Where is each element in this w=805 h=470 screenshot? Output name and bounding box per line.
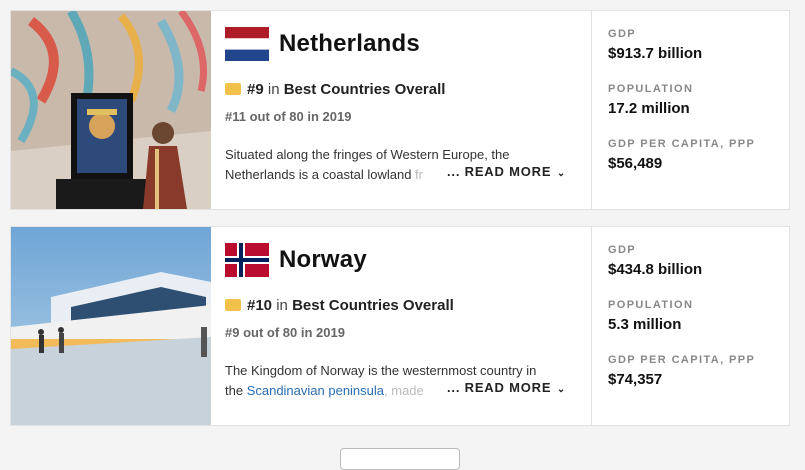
- stat-value-population: 5.3 million: [608, 316, 682, 333]
- stat-value-gdp: $434.8 billion: [608, 261, 703, 278]
- norway-photo[interactable]: [11, 227, 211, 425]
- rank-line: #9 in Best Countries Overall: [225, 81, 445, 98]
- stat-label-population: POPULATION: [608, 83, 694, 95]
- previous-rank: #9 out of 80 in 2019: [225, 325, 345, 340]
- stat-label-population: POPULATION: [608, 299, 694, 311]
- rank-in: in: [276, 297, 288, 314]
- rank-in: in: [267, 81, 280, 98]
- stat-value-population: 17.2 million: [608, 100, 690, 117]
- norway-flag-icon: [225, 243, 269, 277]
- stat-label-gdp-per-capita: GDP PER CAPITA, PPP: [608, 354, 756, 366]
- netherlands-photo[interactable]: [11, 11, 211, 209]
- chevron-down-icon: ⌄: [553, 168, 567, 179]
- stat-value-gdp: $913.7 billion: [608, 45, 703, 62]
- scandinavian-peninsula-link[interactable]: Scandinavian peninsula: [247, 383, 384, 398]
- stat-value-gdp-per-capita: $74,357: [608, 371, 663, 388]
- country-name[interactable]: Norway: [279, 243, 367, 277]
- country-card-netherlands[interactable]: Netherlands #9 in Best Countries Overall…: [10, 10, 790, 210]
- read-more-button[interactable]: ... READ MORE ⌄: [445, 164, 567, 179]
- rank-line: #10 in Best Countries Overall: [225, 297, 454, 314]
- stat-label-gdp: GDP: [608, 28, 637, 40]
- rank-category-link[interactable]: Best Countries Overall: [292, 297, 454, 314]
- stat-label-gdp-per-capita: GDP PER CAPITA, PPP: [608, 138, 756, 150]
- stat-value-gdp-per-capita: $56,489: [608, 155, 663, 172]
- country-card-norway[interactable]: Norway #10 in Best Countries Overall #9 …: [10, 226, 790, 426]
- read-more-button[interactable]: ... READ MORE ⌄: [445, 380, 567, 395]
- medal-icon: [225, 299, 241, 311]
- previous-rank: #11 out of 80 in 2019: [225, 109, 352, 124]
- chevron-down-icon: ⌄: [553, 384, 567, 395]
- stats-panel: GDP $434.8 billion POPULATION 5.3 millio…: [591, 227, 789, 425]
- rank-category-link[interactable]: Best Countries Overall: [284, 81, 446, 98]
- rank-number: #10: [247, 297, 273, 314]
- stat-label-gdp: GDP: [608, 244, 637, 256]
- country-name[interactable]: Netherlands: [279, 27, 420, 61]
- rank-number: #9: [247, 81, 264, 98]
- stats-panel: GDP $913.7 billion POPULATION 17.2 milli…: [591, 11, 789, 209]
- load-more-button[interactable]: [340, 448, 460, 470]
- medal-icon: [225, 83, 241, 95]
- netherlands-flag-icon: [225, 27, 269, 61]
